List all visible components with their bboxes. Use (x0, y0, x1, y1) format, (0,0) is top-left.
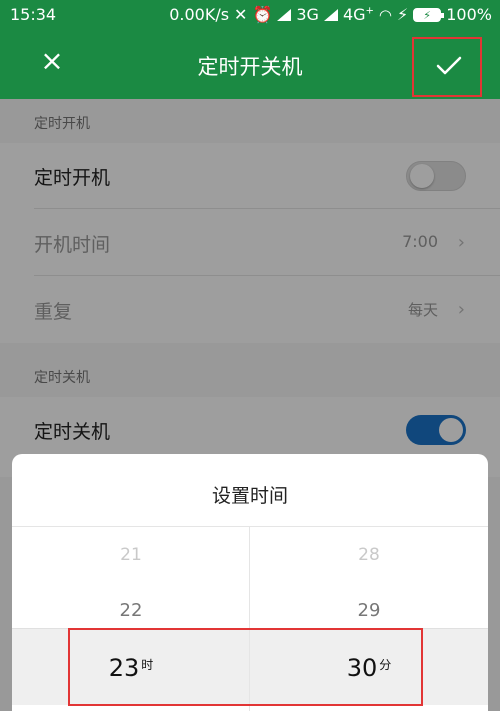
alarm-icon: ⏰ (252, 5, 273, 24)
app-bar: × 定时开关机 (0, 29, 500, 99)
status-bar: 15:34 0.00K/s ✕ ⏰ 3G 4G+ ◠ ⚡ ⚡ 100% (0, 0, 500, 29)
status-right: 0.00K/s ✕ ⏰ 3G 4G+ ◠ ⚡ ⚡ 100% (169, 5, 492, 24)
signal-1-icon (277, 8, 292, 21)
selection-highlight-box (68, 628, 423, 706)
battery-level: 100% (446, 5, 492, 24)
network-4g: 4G+ (342, 5, 374, 24)
minute-option[interactable]: 29 (250, 600, 488, 621)
signal-2-icon (323, 8, 338, 21)
check-icon (436, 56, 462, 75)
wifi-icon: ◠ (378, 5, 393, 24)
time-picker-title: 设置时间 (211, 485, 288, 507)
minute-option[interactable]: 28 (250, 545, 488, 565)
divider (12, 526, 488, 527)
battery-icon: ⚡ (413, 7, 445, 22)
network-speed: 0.00K/s (169, 5, 230, 24)
confirm-button[interactable] (412, 37, 482, 97)
charging-icon: ⚡ (397, 5, 409, 24)
hour-option[interactable]: 21 (12, 545, 250, 565)
hour-option[interactable]: 22 (12, 600, 250, 621)
network-3g: 3G (296, 5, 319, 24)
mute-icon: ✕ (234, 5, 248, 24)
status-time: 15:34 (10, 5, 57, 24)
